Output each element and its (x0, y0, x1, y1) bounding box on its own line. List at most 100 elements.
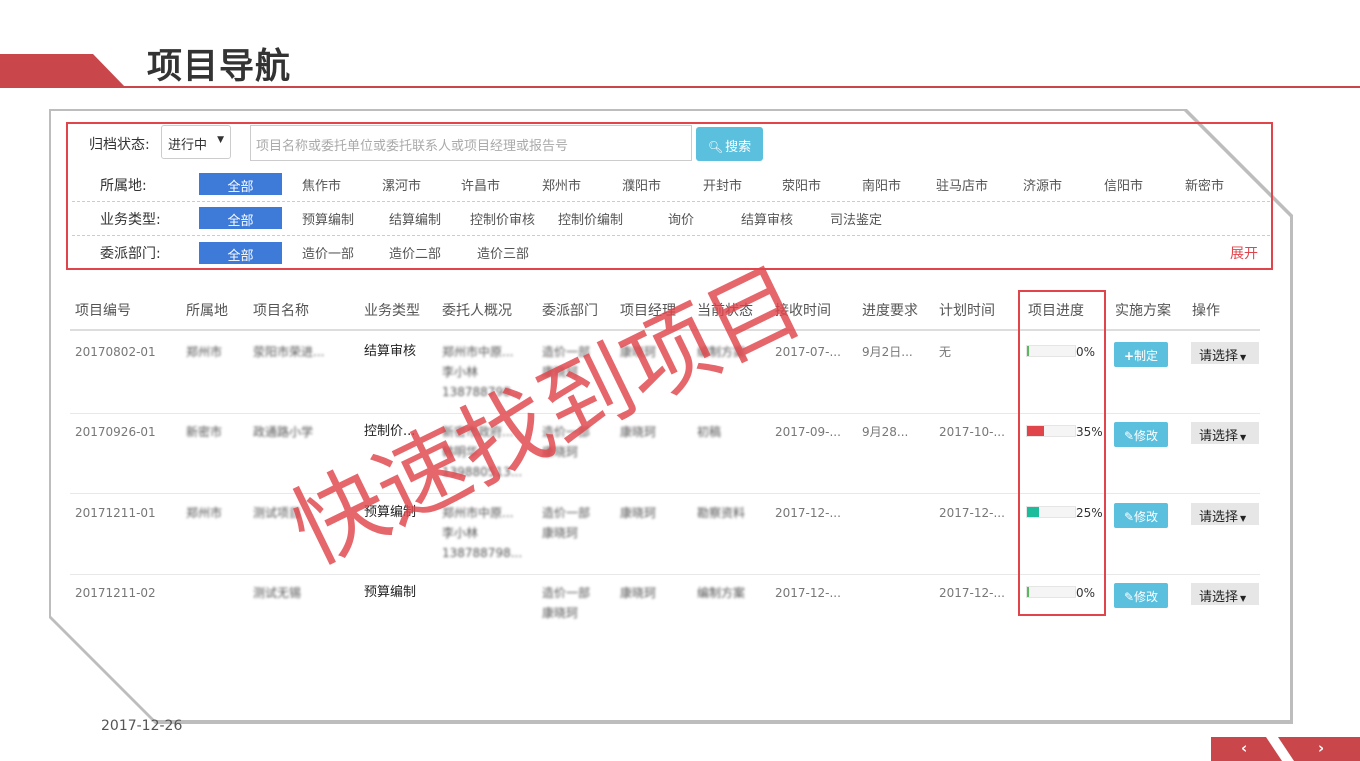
business-type-option[interactable]: 预算编制 (302, 209, 354, 228)
caret-down-icon: ▼ (1240, 514, 1247, 523)
search-icon: 🔍︎ (707, 140, 724, 154)
progress-requirement: 9月2日... (862, 345, 913, 359)
edit-plan-button[interactable]: ✎修改 (1114, 583, 1168, 608)
location-option[interactable]: 驻马店市 (936, 175, 988, 194)
project-name: 荥阳市荣进... (253, 345, 325, 359)
location-option[interactable]: 开封市 (703, 175, 742, 194)
received-time: 2017-12-... (775, 586, 841, 600)
header-accent-band (0, 54, 126, 88)
business-type-option[interactable]: 司法鉴定 (830, 209, 882, 228)
location-option[interactable]: 焦作市 (302, 175, 341, 194)
operation-select[interactable]: 请选择 ▼ (1191, 422, 1259, 444)
operation-select[interactable]: 请选择 ▼ (1191, 583, 1259, 605)
column-header: 操作 (1192, 303, 1220, 319)
plan-button-label: 修改 (1134, 510, 1159, 524)
plan-button-label: 制定 (1134, 349, 1159, 363)
location-option[interactable]: 濮阳市 (622, 175, 661, 194)
business-type-option[interactable]: 询价 (668, 209, 694, 228)
location-option[interactable]: 漯河市 (382, 175, 421, 194)
business-type-option[interactable]: 控制价编制 (558, 209, 623, 228)
current-status: 初稿 (697, 425, 722, 439)
operation-select[interactable]: 请选择 ▼ (1191, 342, 1259, 364)
column-header: 委托人概况 (442, 303, 512, 319)
project-location: 郑州市 (186, 506, 223, 520)
location-option[interactable]: 南阳市 (862, 175, 901, 194)
archive-status-select[interactable]: 进行中 ▼ (161, 125, 231, 159)
location-option[interactable]: 许昌市 (461, 175, 500, 194)
business-type: 结算审核 (364, 344, 417, 359)
progress-requirement: 9月28... (862, 425, 909, 439)
project-manager: 康晓珂 (620, 506, 657, 520)
planned-time: 2017-10-... (939, 425, 1005, 439)
project-name: 政通路小学 (253, 425, 314, 439)
department-option[interactable]: 造价二部 (389, 243, 441, 262)
location-option[interactable]: 荥阳市 (782, 175, 821, 194)
column-header: 业务类型 (364, 303, 420, 319)
column-header: 项目名称 (253, 303, 309, 319)
location-option[interactable]: 全部 (199, 173, 282, 195)
operation-select[interactable]: 请选择 ▼ (1191, 503, 1259, 525)
column-header: 实施方案 (1115, 303, 1171, 319)
department-option[interactable]: 造价一部 (302, 243, 354, 262)
received-time: 2017-09-... (775, 425, 841, 439)
project-id: 20171211-01 (75, 506, 156, 520)
business-type-option[interactable]: 全部 (199, 207, 282, 229)
location-option[interactable]: 济源市 (1023, 175, 1062, 194)
business-type-option[interactable]: 结算审核 (741, 209, 793, 228)
edit-plan-button[interactable]: ✎修改 (1114, 503, 1168, 528)
search-input[interactable]: 项目名称或委托单位或委托联系人或项目经理或报告号 (250, 125, 692, 161)
project-location: 新密市 (186, 425, 223, 439)
project-id: 20170926-01 (75, 425, 156, 439)
edit-plan-button[interactable]: ✎修改 (1114, 422, 1168, 447)
project-id: 20170802-01 (75, 345, 156, 359)
create-plan-button[interactable]: +制定 (1114, 342, 1168, 367)
planned-time: 2017-12-... (939, 586, 1005, 600)
current-status: 编制方案 (697, 586, 746, 600)
search-button[interactable]: 🔍︎ 搜索 (696, 127, 763, 161)
edit-icon: ✎ (1123, 429, 1135, 443)
location-option[interactable]: 信阳市 (1104, 175, 1143, 194)
divider (72, 235, 1270, 236)
operation-select-label: 请选择 (1199, 590, 1239, 605)
department-option[interactable]: 全部 (199, 242, 282, 264)
operation-select-label: 请选择 (1199, 349, 1239, 364)
plus-icon: + (1123, 349, 1135, 363)
department-contact: 康晓珂 (542, 606, 579, 620)
expand-link[interactable]: 展开 (1230, 243, 1258, 263)
business-type-label: 业务类型: (100, 212, 161, 228)
operation-select-label: 请选择 (1199, 510, 1239, 525)
planned-time: 2017-12-... (939, 506, 1005, 520)
received-time: 2017-12-... (775, 506, 841, 520)
client-phone: 138788798... (442, 546, 523, 560)
department-label: 委派部门: (100, 246, 161, 262)
business-type-option[interactable]: 结算编制 (389, 209, 441, 228)
progress-column-highlight (1018, 290, 1106, 616)
divider (72, 201, 1270, 202)
location-option[interactable]: 郑州市 (542, 175, 581, 194)
archive-status-label: 归档状态: (89, 137, 150, 153)
slide-date: 2017-12-26 (101, 718, 183, 734)
location-option[interactable]: 新密市 (1185, 175, 1224, 194)
planned-time: 无 (939, 345, 952, 359)
department-option[interactable]: 造价三部 (477, 243, 529, 262)
operation-select-label: 请选择 (1199, 429, 1239, 444)
business-type: 预算编制 (364, 585, 417, 600)
column-header: 计划时间 (939, 303, 995, 319)
caret-down-icon: ▼ (217, 135, 224, 145)
archive-status-value: 进行中 (168, 138, 208, 153)
column-header: 项目编号 (75, 303, 131, 319)
prev-slide-icon[interactable]: ‹ (1241, 739, 1247, 757)
project-location: 郑州市 (186, 345, 223, 359)
column-header: 进度要求 (862, 303, 918, 319)
project-id: 20171211-02 (75, 586, 156, 600)
caret-down-icon: ▼ (1240, 353, 1247, 362)
business-type-option[interactable]: 控制价审核 (470, 209, 535, 228)
caret-down-icon: ▼ (1240, 594, 1247, 603)
caret-down-icon: ▼ (1240, 433, 1247, 442)
next-slide-icon[interactable]: › (1318, 739, 1324, 757)
edit-icon: ✎ (1123, 510, 1135, 524)
location-label: 所属地: (100, 178, 147, 194)
current-status: 勘察资料 (697, 506, 746, 520)
project-name: 测试无锡 (253, 586, 302, 600)
plan-button-label: 修改 (1134, 429, 1159, 443)
